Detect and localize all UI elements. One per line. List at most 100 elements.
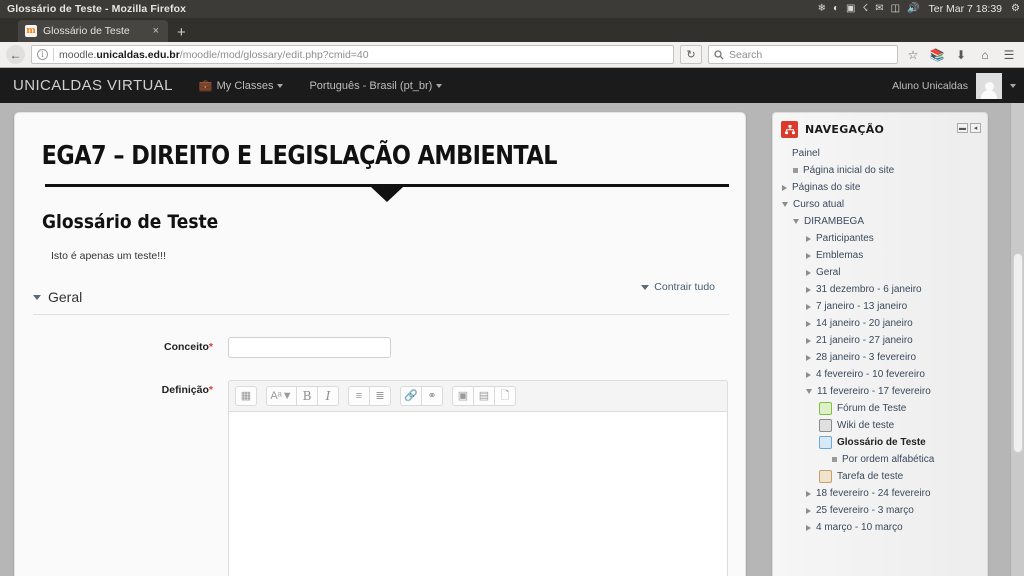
chevron-down-icon[interactable] bbox=[806, 389, 812, 394]
bluetooth-icon[interactable]: ☇ bbox=[862, 4, 868, 14]
nav-language-menu[interactable]: Português - Brasil (pt_br) bbox=[309, 79, 443, 92]
nav-tree-item[interactable]: Wiki de teste bbox=[782, 417, 987, 434]
nav-tree-item[interactable]: Página inicial do site bbox=[782, 162, 987, 179]
concept-input[interactable] bbox=[228, 337, 391, 358]
media-icon[interactable]: ▤ bbox=[473, 386, 495, 406]
avatar[interactable] bbox=[976, 72, 1002, 99]
chevron-right-icon[interactable] bbox=[806, 286, 811, 293]
site-info-icon[interactable]: i bbox=[37, 49, 48, 60]
expand-editor-icon[interactable]: ▦ bbox=[235, 386, 257, 406]
chevron-right-icon[interactable] bbox=[806, 354, 811, 361]
library-icon[interactable]: 📚 bbox=[928, 46, 946, 64]
chevron-right-icon[interactable] bbox=[806, 269, 811, 276]
hamburger-menu-icon[interactable]: ☰ bbox=[1000, 46, 1018, 64]
nav-tree-item[interactable]: Páginas do site bbox=[782, 179, 987, 196]
chevron-down-icon[interactable] bbox=[1010, 83, 1016, 88]
wifi-icon[interactable]: ◐ bbox=[833, 4, 839, 14]
nav-tree-item[interactable]: 31 dezembro - 6 janeiro bbox=[782, 281, 987, 298]
battery-icon[interactable]: ◫ bbox=[891, 4, 900, 14]
ordered-list-icon[interactable]: ≣ bbox=[369, 386, 391, 406]
chevron-right-icon[interactable] bbox=[806, 303, 811, 310]
font-style-icon[interactable]: Aᵃ▼ bbox=[266, 386, 297, 406]
navigation-block: NAVEGAÇÃO ▬ ◂ Painel Página inicial do si… bbox=[772, 112, 988, 576]
nav-tree-item[interactable]: 4 março - 10 março bbox=[782, 519, 987, 536]
page-scrollbar-thumb[interactable] bbox=[1013, 253, 1023, 453]
nav-tree-item[interactable]: 7 janeiro - 13 janeiro bbox=[782, 298, 987, 315]
url-bar[interactable]: i moodle.unicaldas.edu.br/moodle/mod/glo… bbox=[31, 45, 674, 64]
unordered-list-icon[interactable]: ≡ bbox=[348, 386, 370, 406]
chevron-right-icon[interactable] bbox=[806, 337, 811, 344]
dropbox-icon[interactable]: ❄ bbox=[818, 4, 826, 14]
input-method-icon[interactable]: ▣ bbox=[846, 4, 855, 14]
nav-tree-item-label: Wiki de teste bbox=[837, 420, 895, 431]
window-title: Glossário de Teste - Mozilla Firefox bbox=[7, 3, 187, 15]
nav-tree-item[interactable]: 11 fevereiro - 17 fevereiro bbox=[782, 383, 987, 400]
section-header[interactable]: Geral bbox=[33, 289, 729, 315]
definition-editor: ▦ Aᵃ▼ B I ≡ ≣ 🔗 ⚭ ▣ ▤ 🗋 bbox=[228, 380, 728, 576]
chevron-down-icon[interactable] bbox=[782, 202, 788, 207]
chevron-right-icon[interactable] bbox=[806, 490, 811, 497]
nav-tree-item[interactable]: 25 fevereiro - 3 março bbox=[782, 502, 987, 519]
url-domain: unicaldas.edu.br bbox=[96, 48, 180, 61]
nav-tree-item[interactable]: Por ordem alfabética bbox=[782, 451, 987, 468]
nav-tree-item[interactable]: Painel bbox=[782, 145, 987, 162]
mail-icon[interactable]: ✉ bbox=[875, 4, 883, 14]
nav-tree-item[interactable]: Participantes bbox=[782, 230, 987, 247]
moodle-top-navbar: UNICALDAS VIRTUAL 💼 My Classes Português… bbox=[0, 68, 1024, 103]
nav-tree-item[interactable]: Glossário de Teste bbox=[782, 434, 987, 451]
chevron-right-icon[interactable] bbox=[806, 507, 811, 514]
image-icon[interactable]: ▣ bbox=[452, 386, 474, 406]
nav-tree-item[interactable]: Emblemas bbox=[782, 247, 987, 264]
chevron-down-icon[interactable] bbox=[33, 294, 41, 300]
nav-tree-item[interactable]: 14 janeiro - 20 janeiro bbox=[782, 315, 987, 332]
volume-icon[interactable]: 🔊 bbox=[907, 4, 919, 14]
new-tab-button[interactable]: + bbox=[177, 25, 186, 40]
close-tab-icon[interactable]: × bbox=[150, 25, 162, 37]
definition-editor-area[interactable] bbox=[228, 411, 728, 576]
chevron-right-icon[interactable] bbox=[806, 252, 811, 259]
chevron-right-icon[interactable] bbox=[806, 320, 811, 327]
nav-my-classes[interactable]: 💼 My Classes bbox=[199, 79, 284, 92]
page-title: EGA7 – DIREITO E LEGISLAÇÃO AMBIENTAL bbox=[41, 141, 558, 171]
nav-tree-item[interactable]: DIRAMBEGA bbox=[782, 213, 987, 230]
nav-tree-item-label: 7 janeiro - 13 janeiro bbox=[816, 301, 908, 312]
form-row-definition: Definição* ▦ Aᵃ▼ B I ≡ ≣ 🔗 ⚭ ▣ ▤ 🗋 bbox=[15, 380, 745, 576]
collapse-all-link[interactable]: Contrair tudo bbox=[641, 281, 715, 293]
settings-gear-icon[interactable]: ⚙ bbox=[1011, 4, 1020, 14]
nav-tree-item[interactable]: Curso atual bbox=[782, 196, 987, 213]
nav-tree-item[interactable]: Geral bbox=[782, 264, 987, 281]
page-scrollbar[interactable] bbox=[1010, 103, 1024, 576]
dock-block-icon[interactable]: ◂ bbox=[970, 123, 981, 133]
sitemap-icon bbox=[781, 121, 798, 138]
home-icon[interactable]: ⌂ bbox=[976, 46, 994, 64]
nav-tree-item[interactable]: 28 janeiro - 3 fevereiro bbox=[782, 349, 987, 366]
reload-button[interactable]: ↻ bbox=[680, 45, 702, 64]
user-menu[interactable]: Aluno Unicaldas bbox=[892, 68, 1016, 103]
clock[interactable]: Ter Mar 7 18:39 bbox=[928, 3, 1002, 15]
chevron-right-icon[interactable] bbox=[806, 371, 811, 378]
unlink-icon[interactable]: ⚭ bbox=[421, 386, 443, 406]
nav-tree-item[interactable]: 18 fevereiro - 24 fevereiro bbox=[782, 485, 987, 502]
browser-search-box[interactable]: Search bbox=[708, 45, 898, 64]
chevron-right-icon[interactable] bbox=[782, 184, 787, 191]
italic-icon[interactable]: I bbox=[317, 386, 339, 406]
nav-tree-item[interactable]: Fórum de Teste bbox=[782, 400, 987, 417]
downloads-icon[interactable]: ⬇ bbox=[952, 46, 970, 64]
chevron-right-icon[interactable] bbox=[806, 235, 811, 242]
nav-tree-item[interactable]: 21 janeiro - 27 janeiro bbox=[782, 332, 987, 349]
browser-tab[interactable]: m Glossário de Teste × bbox=[18, 20, 168, 42]
nav-tree-item[interactable]: 4 fevereiro - 10 fevereiro bbox=[782, 366, 987, 383]
back-button[interactable]: ← bbox=[6, 45, 25, 64]
bookmark-star-icon[interactable]: ☆ bbox=[904, 46, 922, 64]
minimize-block-icon[interactable]: ▬ bbox=[957, 123, 968, 133]
link-icon[interactable]: 🔗 bbox=[400, 386, 422, 406]
manage-files-icon[interactable]: 🗋 bbox=[494, 386, 516, 406]
chevron-down-icon[interactable] bbox=[793, 219, 799, 224]
chevron-right-icon[interactable] bbox=[806, 524, 811, 531]
chevron-down-icon bbox=[436, 83, 443, 88]
definition-label: Definição* bbox=[33, 380, 228, 396]
bold-icon[interactable]: B bbox=[296, 386, 318, 406]
site-brand[interactable]: UNICALDAS VIRTUAL bbox=[13, 77, 173, 94]
nav-language-label: Português - Brasil (pt_br) bbox=[309, 79, 433, 92]
nav-tree-item[interactable]: Tarefa de teste bbox=[782, 468, 987, 485]
